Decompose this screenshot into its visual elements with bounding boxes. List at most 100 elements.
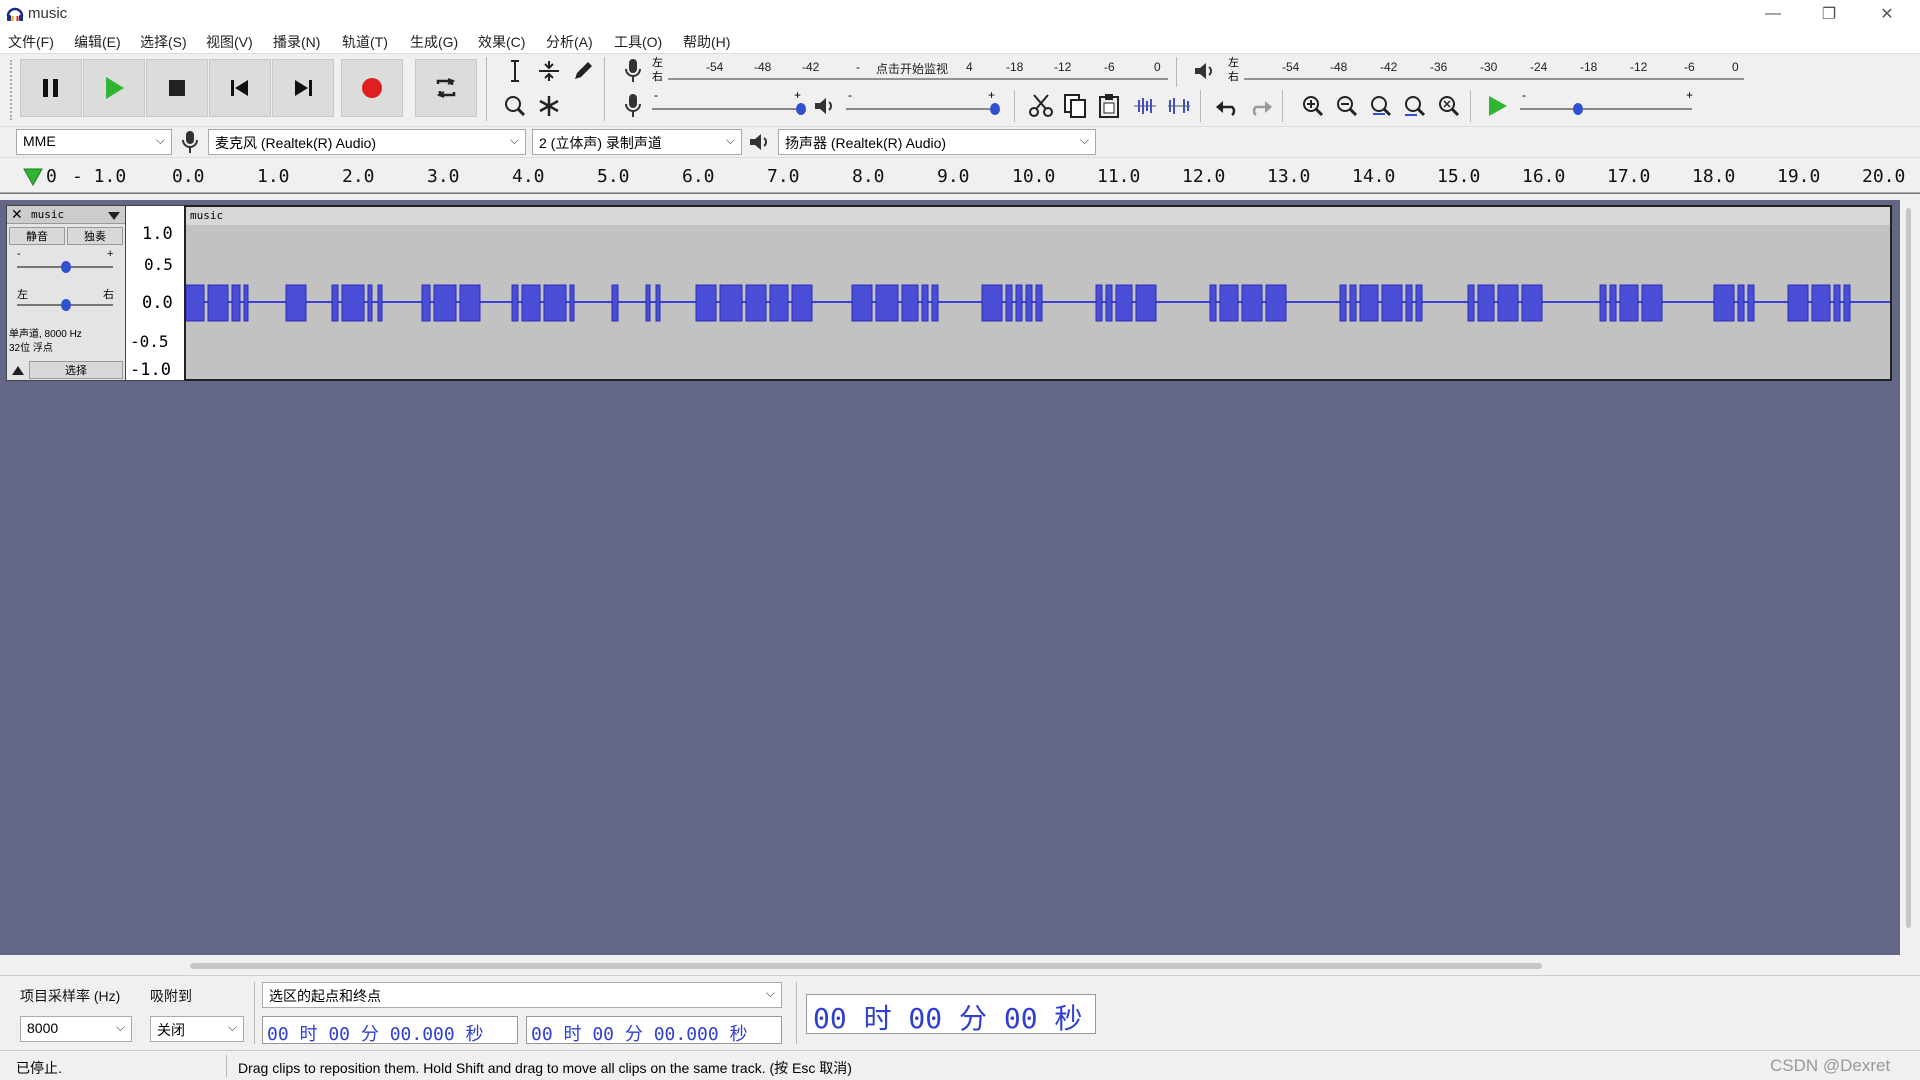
microphone-icon [625,59,641,82]
recording-channels-select[interactable]: 2 (立体声) 录制声道 ⌵ [532,129,742,155]
redo-button[interactable] [1246,91,1276,121]
project-rate-select[interactable]: 8000 ⌵ [20,1016,132,1042]
pan-slider-thumb[interactable] [61,299,71,311]
selection-start-value: 00 时 00 分 00.000 秒 [267,1024,484,1044]
menu-help[interactable]: 帮助(H) [683,32,730,52]
magnifier-icon [505,96,526,117]
undo-button[interactable] [1212,91,1242,121]
chevron-down-icon: ⌵ [115,1020,125,1034]
fit-selection-button[interactable] [1366,91,1396,121]
collapse-track-icon[interactable] [11,364,25,376]
menu-generate[interactable]: 生成(G) [410,32,458,52]
menu-file[interactable]: 文件(F) [8,32,54,52]
menu-analyze[interactable]: 分析(A) [546,32,593,52]
menu-tracks[interactable]: 轨道(T) [342,32,388,52]
zoom-out-button[interactable] [1332,91,1362,121]
close-button[interactable]: ✕ [1864,0,1910,28]
output-device-icon [748,131,772,156]
amplitude-label: 0.5 [144,255,173,274]
timeline-ruler[interactable]: 0 - 1.0 0.0 1.0 2.0 3.0 4.0 5.0 6.0 7.0 … [0,160,1920,194]
meter-tick: -30 [1480,60,1498,74]
click-to-monitor-label[interactable]: 点击开始监视 [876,60,948,77]
track-sample-format: 32位 浮点 [9,343,53,354]
selection-start-time[interactable]: 00 时 00 分 00.000 秒 [262,1016,518,1044]
play-speed-slider[interactable]: - + [1520,88,1694,118]
snap-to-select[interactable]: 关闭 ⌵ [150,1016,244,1042]
menu-edit[interactable]: 编辑(E) [74,32,121,52]
play-button[interactable] [83,59,145,117]
trim-audio-button[interactable] [1130,91,1160,121]
slider-thumb[interactable] [990,103,1000,115]
zoom-toggle-button[interactable] [1434,91,1464,121]
audio-host-select[interactable]: MME ⌵ [16,129,172,155]
audio-position-time[interactable]: 00 时 00 分 00 秒 [806,994,1096,1034]
meter-tick: - [856,60,860,74]
menu-view[interactable]: 视图(V) [206,32,253,52]
play-at-speed-button[interactable] [1482,91,1512,121]
record-volume-slider[interactable]: - + [652,88,808,118]
minimize-button[interactable]: — [1750,0,1796,28]
horizontal-scrollbar[interactable] [190,963,1542,969]
paste-button[interactable] [1094,91,1124,121]
record-meter-button[interactable] [618,56,648,86]
input-device-select[interactable]: 麦克风 (Realtek(R) Audio) ⌵ [208,129,526,155]
record-button[interactable] [341,59,403,117]
ruler-label: 10.0 [1012,166,1056,187]
track-menu-arrow-icon[interactable] [107,211,121,221]
play-meter-button[interactable] [1190,56,1220,86]
skip-to-start-button[interactable] [209,59,271,117]
stop-button[interactable] [146,59,208,117]
selection-mode-select[interactable]: 选区的起点和终点 ⌵ [262,982,782,1008]
menu-select[interactable]: 选择(S) [140,32,187,52]
mute-button[interactable]: 静音 [9,227,65,245]
pause-icon [43,79,58,97]
restore-button[interactable]: ❐ [1806,0,1852,28]
selection-tool-button[interactable] [500,56,530,86]
toolbar-grip[interactable] [10,60,14,120]
output-device-select[interactable]: 扬声器 (Realtek(R) Audio) ⌵ [778,129,1096,155]
track-name-menu[interactable]: music [31,208,64,221]
pan-right-label: 右 [103,289,114,301]
zoom-tool-button[interactable] [500,91,530,121]
menu-tools[interactable]: 工具(O) [614,32,662,52]
ruler-label: 13.0 [1267,166,1311,187]
playback-volume-slider[interactable]: - + [846,88,1002,118]
play-meter[interactable]: -54 -48 -42 -36 -30 -24 -18 -12 -6 0 [1244,58,1744,86]
gain-slider-thumb[interactable] [61,261,71,273]
selection-end-time[interactable]: 00 时 00 分 00.000 秒 [526,1016,782,1044]
clip-header[interactable]: music [186,207,1890,225]
zoom-in-button[interactable] [1298,91,1328,121]
ruler-label: 0 [46,166,57,187]
slider-thumb[interactable] [1573,103,1583,115]
slider-track [1520,108,1692,110]
separator [1176,57,1177,87]
pause-button[interactable] [20,59,82,117]
meter-tick: -12 [1630,60,1648,74]
vertical-scrollbar[interactable] [1906,208,1911,928]
solo-button[interactable]: 独奏 [67,227,123,245]
track-control-panel[interactable]: ✕ music 静音 独奏 - + 左 右 单声道, 8000 Hz 32位 浮… [6,205,126,381]
track-format-info: 单声道, 8000 Hz [9,329,82,340]
loop-button[interactable] [415,59,477,117]
copy-button[interactable] [1060,91,1090,121]
multi-tool-button[interactable] [534,91,564,121]
skip-to-end-button[interactable] [272,59,334,117]
scissors-icon [1029,94,1053,117]
select-track-button[interactable]: 选择 [29,361,123,379]
meter-tick: -54 [1282,60,1300,74]
speaker-icon [1195,63,1212,79]
silence-audio-button[interactable] [1164,91,1194,121]
ruler-label: 12.0 [1182,166,1226,187]
close-track-icon[interactable]: ✕ [11,206,23,223]
zoom-toggle-icon [1439,96,1460,117]
draw-tool-button[interactable] [568,56,598,86]
menu-record[interactable]: 播录(N) [273,32,320,52]
menu-effect[interactable]: 效果(C) [478,32,525,52]
fit-project-button[interactable] [1400,91,1430,121]
skip-start-icon [231,80,248,96]
cut-button[interactable] [1026,91,1056,121]
slider-thumb[interactable] [796,103,806,115]
envelope-tool-button[interactable] [534,56,564,86]
input-device-icon [180,130,200,157]
record-meter[interactable]: -54 -48 -42 - 点击开始监视 4 -18 -12 -6 0 [668,58,1168,86]
